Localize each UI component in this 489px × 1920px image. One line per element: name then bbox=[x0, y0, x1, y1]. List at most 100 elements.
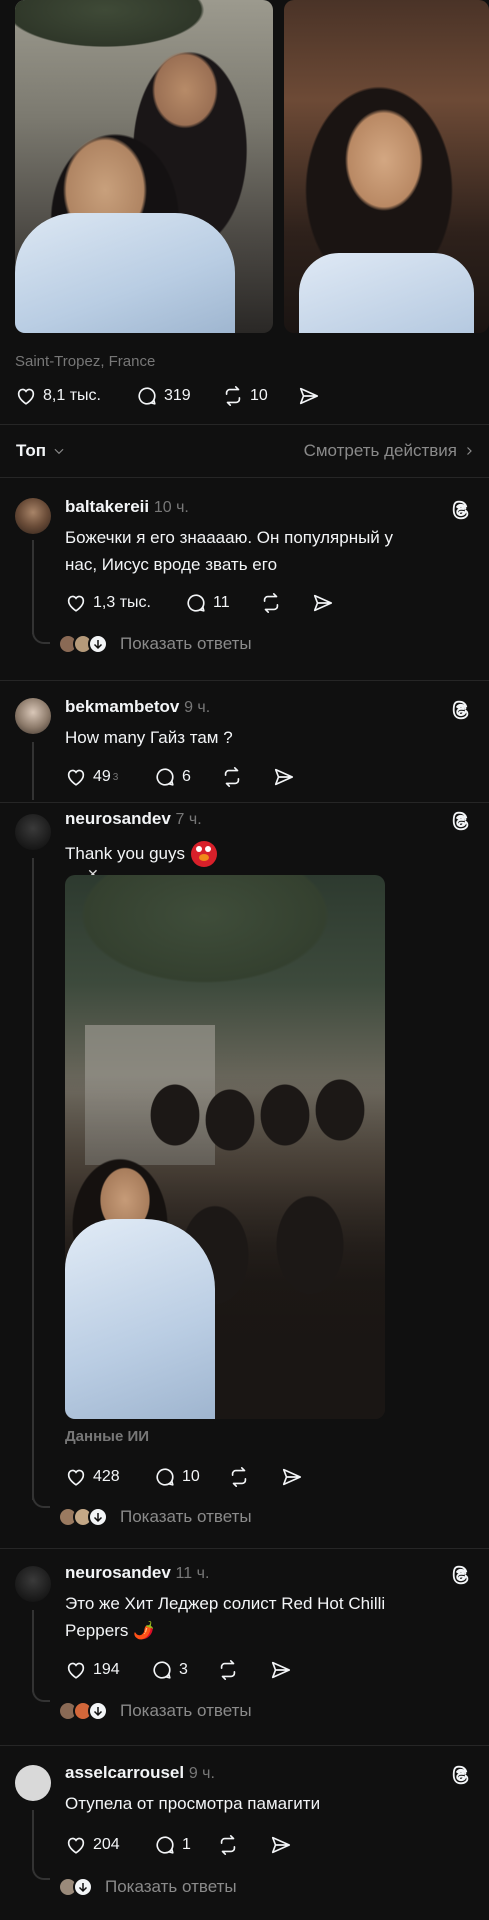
heart-icon bbox=[15, 385, 37, 407]
repost-icon bbox=[217, 1834, 239, 1856]
attached-image[interactable] bbox=[65, 875, 385, 1419]
comment-username[interactable]: neurosandev bbox=[65, 809, 171, 828]
heart-icon bbox=[65, 1466, 87, 1488]
heart-icon bbox=[65, 766, 87, 788]
repost-button[interactable] bbox=[221, 766, 243, 788]
show-replies-link[interactable]: Показать ответы bbox=[58, 1701, 252, 1721]
threads-icon[interactable] bbox=[449, 1563, 473, 1587]
like-button[interactable]: 8,1 тыс. bbox=[15, 385, 101, 407]
comment-button[interactable]: 11 bbox=[185, 592, 230, 614]
sort-dropdown[interactable]: Топ bbox=[16, 441, 66, 461]
heart-icon bbox=[65, 1834, 87, 1856]
repost-button[interactable] bbox=[217, 1659, 239, 1681]
share-icon bbox=[298, 385, 320, 407]
heart-icon bbox=[65, 592, 87, 614]
threads-icon[interactable] bbox=[449, 809, 473, 833]
comment-icon bbox=[151, 1659, 173, 1681]
show-replies-label: Показать ответы bbox=[120, 1507, 252, 1526]
share-icon bbox=[270, 1834, 292, 1856]
thread-line bbox=[32, 1810, 34, 1870]
threads-icon[interactable] bbox=[449, 698, 473, 722]
comment-button[interactable]: 6 bbox=[154, 766, 191, 788]
sort-label: Топ bbox=[16, 441, 46, 460]
reply-avatars bbox=[58, 1507, 108, 1527]
comment-text: Отупела от просмотра памагити bbox=[65, 1794, 321, 1813]
comment-username[interactable]: asselcarrousel bbox=[65, 1763, 184, 1782]
show-replies-label: Показать ответы bbox=[120, 634, 252, 653]
arrow-down-icon bbox=[88, 634, 108, 654]
share-button[interactable] bbox=[281, 1466, 303, 1488]
comment-author-row: baltakereii 10 ч. bbox=[65, 497, 189, 517]
like-count-superscript: 3 bbox=[112, 771, 119, 783]
repost-icon bbox=[228, 1466, 250, 1488]
threads-icon[interactable] bbox=[449, 1763, 473, 1787]
comment-button[interactable]: 3 bbox=[151, 1659, 188, 1681]
comment-text-line: Это же Хит Леджер солист Red Hot Chilli bbox=[65, 1594, 386, 1613]
avatar[interactable] bbox=[15, 1566, 51, 1602]
reply-count: 6 bbox=[182, 768, 191, 785]
repost-icon bbox=[221, 766, 243, 788]
repost-button[interactable] bbox=[260, 592, 282, 614]
like-button[interactable]: 428 bbox=[65, 1466, 120, 1488]
like-button[interactable]: 204 bbox=[65, 1834, 120, 1856]
comment-username[interactable]: bekmambetov bbox=[65, 697, 179, 716]
like-count: 204 bbox=[93, 1836, 120, 1853]
comment-text: Thank you guys bbox=[65, 844, 186, 863]
repost-button[interactable]: 10 bbox=[222, 385, 268, 407]
ai-info-label[interactable]: Данные ИИ bbox=[65, 1428, 149, 1445]
thread-line bbox=[32, 858, 34, 1500]
post-location[interactable]: Saint-Tropez, France bbox=[15, 353, 155, 370]
comments-toolbar: Топ Смотреть действия bbox=[0, 424, 489, 478]
like-button[interactable]: 1,3 тыс. bbox=[65, 592, 151, 614]
share-button[interactable] bbox=[273, 766, 295, 788]
like-count: 49 bbox=[93, 768, 111, 785]
comment-icon bbox=[136, 385, 158, 407]
show-replies-link[interactable]: Показать ответы bbox=[58, 1877, 237, 1897]
comment-button[interactable]: 1 bbox=[154, 1834, 191, 1856]
share-icon bbox=[270, 1659, 292, 1681]
share-button[interactable] bbox=[270, 1834, 292, 1856]
thread-curve bbox=[32, 1684, 50, 1702]
comment-button[interactable]: 319 bbox=[136, 385, 191, 407]
divider bbox=[0, 680, 489, 681]
threads-icon[interactable] bbox=[449, 498, 473, 522]
activity-label: Смотреть действия bbox=[303, 441, 457, 460]
like-count: 194 bbox=[93, 1661, 120, 1678]
avatar[interactable] bbox=[15, 814, 51, 850]
show-replies-link[interactable]: Показать ответы bbox=[58, 634, 252, 654]
comment-author-row: neurosandev 11 ч. bbox=[65, 1563, 209, 1583]
share-button[interactable] bbox=[312, 592, 334, 614]
like-button[interactable]: 49 3 bbox=[65, 766, 118, 788]
thread-line bbox=[32, 540, 34, 634]
avatar[interactable] bbox=[15, 698, 51, 734]
arrow-down-icon bbox=[88, 1507, 108, 1527]
comment-username[interactable]: baltakereii bbox=[65, 497, 149, 516]
share-button[interactable] bbox=[270, 1659, 292, 1681]
repost-icon bbox=[260, 592, 282, 614]
comment-icon bbox=[185, 592, 207, 614]
comment-username[interactable]: neurosandev bbox=[65, 1563, 171, 1582]
comment-button[interactable]: 10 bbox=[154, 1466, 200, 1488]
repost-button[interactable] bbox=[217, 1834, 239, 1856]
divider bbox=[0, 802, 489, 803]
share-button[interactable] bbox=[298, 385, 320, 407]
view-activity-link[interactable]: Смотреть действия bbox=[304, 441, 475, 461]
reply-avatars bbox=[58, 634, 108, 654]
like-count: 428 bbox=[93, 1468, 120, 1485]
show-replies-label: Показать ответы bbox=[120, 1701, 252, 1720]
post-photo-2[interactable] bbox=[284, 0, 489, 333]
comment-time: 9 ч. bbox=[188, 1765, 215, 1782]
like-button[interactable]: 194 bbox=[65, 1659, 120, 1681]
divider bbox=[0, 1745, 489, 1746]
post-photo-1[interactable] bbox=[15, 0, 273, 333]
comment-author-row: asselcarrousel 9 ч. bbox=[65, 1763, 215, 1783]
comment-time: 11 ч. bbox=[175, 1565, 210, 1582]
repost-count: 10 bbox=[250, 387, 268, 404]
share-icon bbox=[312, 592, 334, 614]
heart-icon bbox=[65, 1659, 87, 1681]
show-replies-link[interactable]: Показать ответы bbox=[58, 1507, 252, 1527]
repost-button[interactable] bbox=[228, 1466, 250, 1488]
avatar[interactable] bbox=[15, 1765, 51, 1801]
repost-icon bbox=[217, 1659, 239, 1681]
avatar[interactable] bbox=[15, 498, 51, 534]
